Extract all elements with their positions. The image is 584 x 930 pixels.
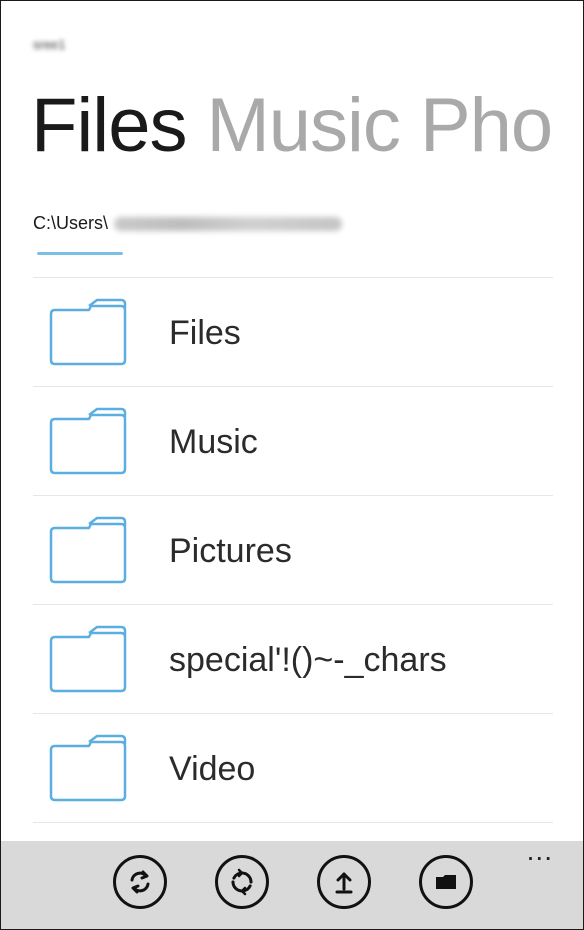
pivot-tab-files[interactable]: Files [31,83,187,168]
folder-name: special'!()~-_chars [169,641,447,679]
folder-name: Music [169,423,258,461]
folder-icon [49,298,127,366]
refresh-button[interactable] [215,855,269,909]
new-folder-button[interactable] [419,855,473,909]
folder-icon [49,734,127,802]
user-name: sree1 [33,37,66,52]
upload-button[interactable] [317,855,371,909]
sync-icon [130,870,150,894]
folder-icon [49,516,127,584]
folder-icon [49,407,127,475]
upload-icon [335,872,353,894]
list-item[interactable]: Files [33,277,553,386]
more-menu-button[interactable]: ... [527,835,553,867]
folder-list: Files Music Pictures special'!()~-_chars [33,277,553,823]
current-path: C:\Users\ [33,213,343,234]
list-item[interactable]: special'!()~-_chars [33,604,553,713]
loading-indicator [37,252,123,255]
list-item[interactable]: Pictures [33,495,553,604]
pivot-header: Files Music Pho [31,81,572,171]
path-redacted [114,217,343,232]
app-bar: ... [1,835,583,929]
folder-name: Files [169,314,241,352]
pivot-tab-music[interactable]: Music [206,83,400,168]
folder-icon [49,625,127,693]
list-item[interactable]: Video [33,713,553,823]
folder-name: Video [169,750,256,788]
folder-name: Pictures [169,532,292,570]
app-window: sree1 Files Music Pho C:\Users\ Files Musi… [0,0,584,930]
list-item[interactable]: Music [33,386,553,495]
refresh-icon [231,868,253,896]
pivot-tab-photos[interactable]: Pho [420,83,553,168]
sync-button[interactable] [113,855,167,909]
folder-icon [436,875,456,889]
path-prefix: C:\Users\ [33,213,109,233]
